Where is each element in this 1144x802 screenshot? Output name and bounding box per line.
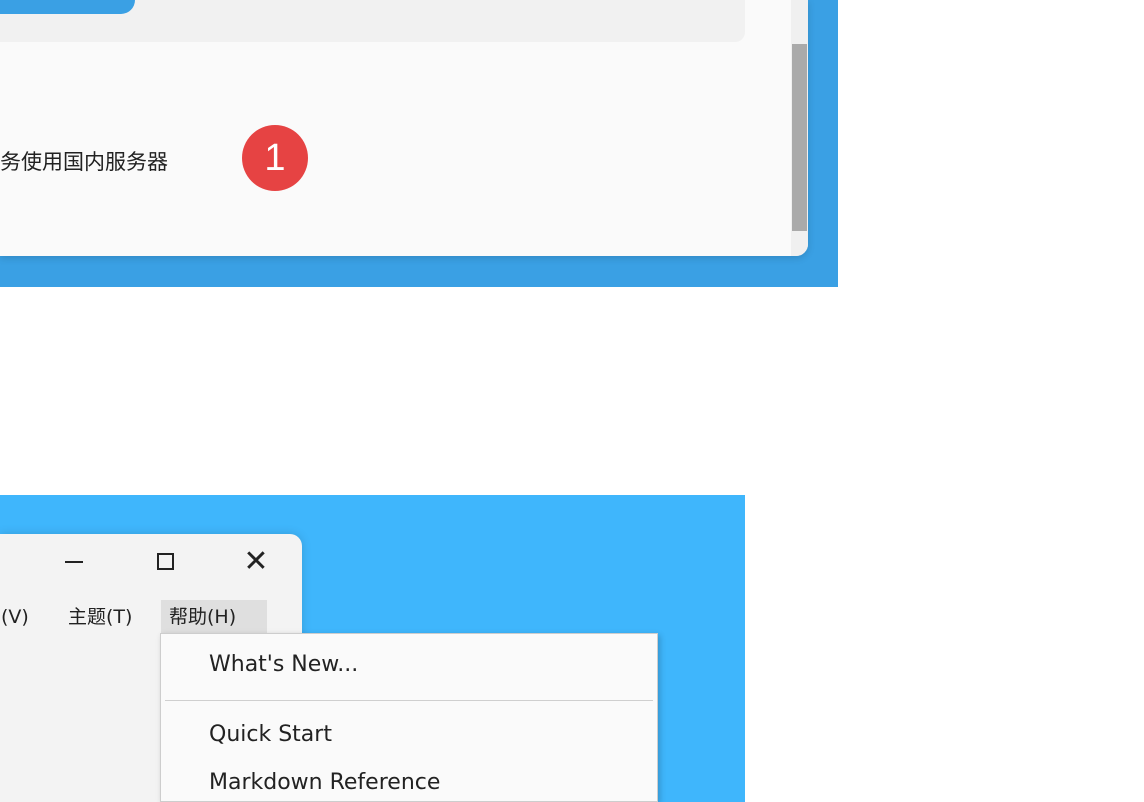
scrollbar-thumb[interactable] <box>792 44 807 231</box>
menu-item-quick-start[interactable]: Quick Start <box>209 722 332 747</box>
close-button[interactable]: ✕ <box>234 544 278 580</box>
server-option-label: 务使用国内服务器 <box>0 150 168 174</box>
settings-panel: 务使用国内服务器 1 <box>0 0 808 256</box>
menu-theme[interactable]: 主题(T) <box>68 600 132 634</box>
menu-item-whats-new[interactable]: What's New... <box>209 652 358 677</box>
step-badge: 1 <box>242 125 308 191</box>
maximize-icon <box>156 553 174 570</box>
minimize-button[interactable] <box>52 544 96 580</box>
primary-button-fragment[interactable] <box>0 0 135 14</box>
minimize-icon <box>65 561 83 563</box>
menu-item-markdown-reference[interactable]: Markdown Reference <box>209 770 440 795</box>
menu-divider <box>165 700 653 701</box>
close-icon: ✕ <box>243 544 269 579</box>
maximize-button[interactable] <box>143 544 187 580</box>
help-dropdown-menu: What's New... Quick Start Markdown Refer… <box>160 633 658 802</box>
menu-help[interactable]: 帮助(H) <box>161 600 267 634</box>
settings-field[interactable] <box>0 0 745 42</box>
menu-view[interactable]: 图(V) <box>0 600 29 634</box>
